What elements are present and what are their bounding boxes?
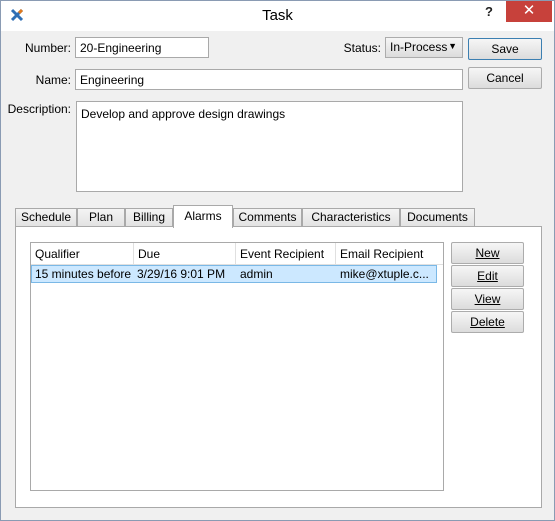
task-dialog: Task ? ✕ Number: 20-Engineering Status: …: [0, 0, 555, 521]
alarms-table[interactable]: Qualifier Due Event Recipient Email Reci…: [30, 242, 444, 491]
tab-schedule[interactable]: Schedule: [15, 208, 77, 227]
cell-qualifier: 15 minutes before: [35, 267, 132, 281]
tab-characteristics[interactable]: Characteristics: [302, 208, 400, 227]
status-label: Status:: [343, 41, 381, 55]
status-select[interactable]: In-Process ▼: [385, 37, 463, 58]
help-button[interactable]: ?: [479, 3, 499, 23]
tab-documents[interactable]: Documents: [400, 208, 475, 227]
name-label: Name:: [35, 73, 71, 87]
chevron-down-icon: ▼: [448, 41, 457, 51]
tab-alarms[interactable]: Alarms: [173, 205, 233, 228]
column-header-email-recipient[interactable]: Email Recipient: [336, 243, 443, 265]
view-button-label: View: [474, 292, 501, 306]
delete-button-label: Delete: [470, 315, 505, 329]
name-field[interactable]: Engineering: [75, 69, 463, 90]
save-button[interactable]: Save: [468, 38, 542, 60]
edit-button[interactable]: Edit: [451, 265, 524, 287]
column-header-due[interactable]: Due: [134, 243, 236, 265]
new-button[interactable]: New: [451, 242, 524, 264]
column-header-qualifier[interactable]: Qualifier: [31, 243, 134, 265]
number-label: Number:: [24, 41, 71, 55]
tab-billing[interactable]: Billing: [125, 208, 173, 227]
view-button[interactable]: View: [451, 288, 524, 310]
new-button-label: New: [475, 246, 500, 260]
tab-plan[interactable]: Plan: [77, 208, 125, 227]
edit-button-label: Edit: [477, 269, 498, 283]
delete-button[interactable]: Delete: [451, 311, 524, 333]
table-header: Qualifier Due Event Recipient Email Reci…: [31, 243, 443, 265]
description-label: Description:: [7, 102, 71, 116]
title-bar: Task ? ✕: [1, 1, 554, 31]
column-header-event-recipient[interactable]: Event Recipient: [236, 243, 336, 265]
close-button[interactable]: ✕: [506, 1, 552, 22]
cell-event-recipient: admin: [240, 267, 273, 281]
status-value: In-Process: [390, 40, 448, 54]
table-row[interactable]: 15 minutes before 3/29/16 9:01 PM admin …: [31, 265, 437, 283]
cancel-button[interactable]: Cancel: [468, 67, 542, 89]
window-title: Task: [262, 7, 293, 24]
description-field[interactable]: Develop and approve design drawings: [76, 101, 463, 192]
cell-email-recipient: mike@xtuple.c...: [340, 267, 429, 281]
tab-comments[interactable]: Comments: [233, 208, 302, 227]
cell-due: 3/29/16 9:01 PM: [137, 267, 226, 281]
number-field[interactable]: 20-Engineering: [75, 37, 209, 58]
